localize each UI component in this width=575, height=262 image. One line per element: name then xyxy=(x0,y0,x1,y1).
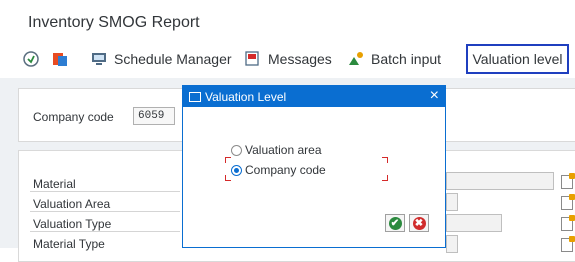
radio-button-selected[interactable] xyxy=(231,164,242,176)
multiple-selection-icon[interactable] xyxy=(561,215,575,231)
multiple-selection-icon[interactable] xyxy=(561,194,575,210)
schedule-manager-label: Schedule Manager xyxy=(114,51,232,67)
cancel-button[interactable]: ✖ xyxy=(409,214,429,232)
dialog-header: Valuation Level × xyxy=(183,86,445,107)
material-type-label: Material Type xyxy=(33,237,105,251)
monitor-icon xyxy=(90,50,108,68)
multiple-selection-icon[interactable] xyxy=(561,236,575,252)
valuation-type-label: Valuation Type xyxy=(33,217,112,231)
messages-label: Messages xyxy=(268,51,332,67)
material-type-to-input[interactable] xyxy=(446,235,458,253)
radio-valuation-area[interactable]: Valuation area xyxy=(231,143,322,157)
radio-label: Valuation area xyxy=(245,143,322,157)
check-icon: ✔ xyxy=(388,216,402,230)
valuation-type-to-input[interactable] xyxy=(446,214,502,232)
ok-button[interactable]: ✔ xyxy=(385,214,405,232)
row-divider xyxy=(30,211,180,212)
schedule-manager-button[interactable]: Schedule Manager xyxy=(90,49,232,69)
cancel-icon: ✖ xyxy=(412,216,426,230)
dialog-title: Valuation Level xyxy=(205,89,287,104)
focus-corner xyxy=(225,175,231,181)
messages-icon xyxy=(244,50,262,68)
company-code-input[interactable]: 6059 xyxy=(133,107,175,125)
close-icon[interactable]: × xyxy=(430,88,439,104)
valuation-level-dialog: Valuation Level × Valuation area Company… xyxy=(182,85,446,248)
focus-corner xyxy=(382,175,388,181)
radio-company-code[interactable]: Company code xyxy=(231,163,326,177)
radio-button[interactable] xyxy=(231,144,242,156)
variant-icon xyxy=(51,50,69,68)
execute-icon xyxy=(22,50,40,68)
material-label: Material xyxy=(33,177,76,191)
title-bar: Inventory SMOG Report xyxy=(0,0,575,40)
batch-input-label: Batch input xyxy=(371,51,442,67)
batch-input-icon xyxy=(347,50,365,68)
valuation-area-label: Valuation Area xyxy=(33,197,111,211)
material-to-input[interactable] xyxy=(446,172,554,190)
multiple-selection-icon[interactable] xyxy=(561,173,575,189)
variant-button[interactable] xyxy=(51,49,69,69)
execute-button[interactable] xyxy=(22,49,40,69)
messages-button[interactable]: Messages xyxy=(244,49,332,69)
valuation-level-button[interactable]: Valuation level xyxy=(466,44,569,74)
radio-label: Company code xyxy=(245,163,326,177)
company-code-label: Company code xyxy=(33,110,114,124)
valuation-area-to-input[interactable] xyxy=(446,193,458,211)
window-icon xyxy=(189,91,201,102)
row-divider xyxy=(30,191,180,192)
row-divider xyxy=(30,231,180,232)
page-title: Inventory SMOG Report xyxy=(28,14,200,31)
focus-corner xyxy=(382,157,388,163)
batch-input-button[interactable]: Batch input xyxy=(347,49,441,69)
focus-corner xyxy=(225,157,231,163)
